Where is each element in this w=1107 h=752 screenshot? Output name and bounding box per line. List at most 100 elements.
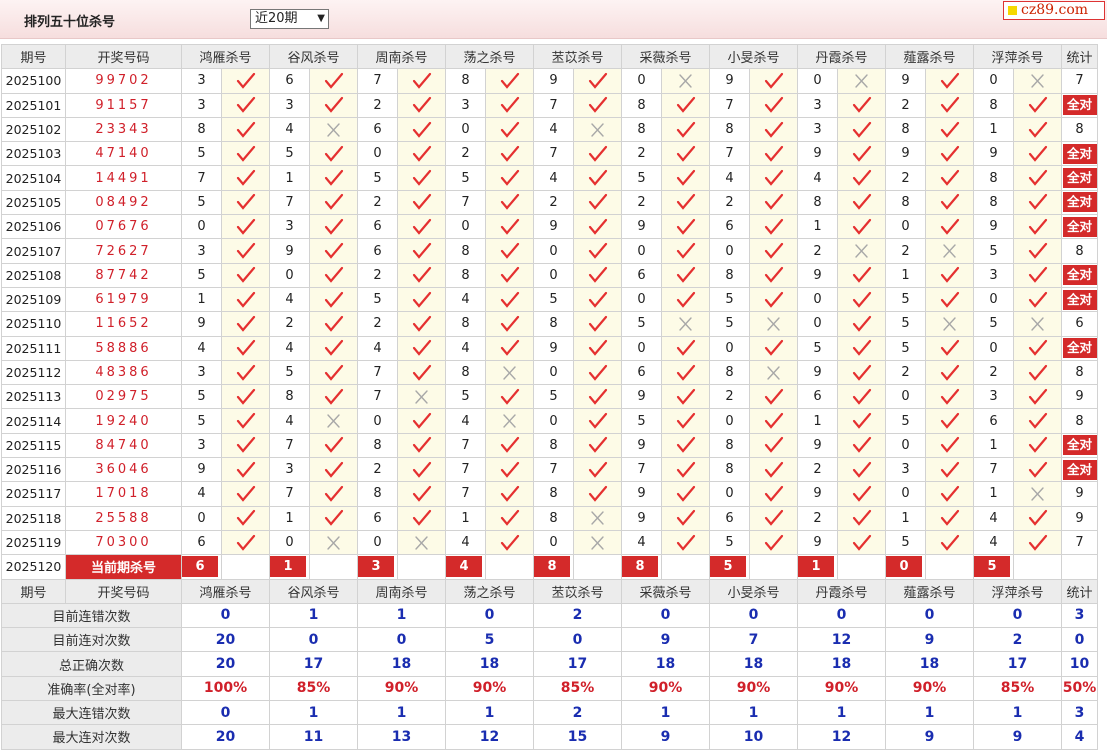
stats-value: 85% — [269, 675, 358, 702]
result-mark-cell — [749, 116, 798, 143]
kill-number-cell: 2 — [357, 311, 398, 337]
kill-number-cell: 7 — [445, 189, 486, 216]
cross-icon — [1030, 317, 1044, 331]
kill-number-cell: 2 — [973, 359, 1014, 386]
result-mark-cell — [661, 335, 710, 361]
kill-number-cell: 6 — [357, 238, 398, 264]
kill-number-cell: 1 — [269, 505, 310, 531]
result-mark-cell — [1013, 505, 1062, 531]
kill-number-cell: 0 — [357, 529, 398, 556]
kill-number-cell: 3 — [269, 457, 310, 483]
table-row: 2025109 61979 1 4 5 4 5 0 5 0 5 0 全对 — [1, 286, 1098, 313]
kill-number-cell: 2 — [885, 359, 926, 386]
stats-count: 3 — [1061, 602, 1098, 629]
kill-number-cell: 3 — [269, 214, 310, 240]
check-icon — [676, 242, 695, 259]
count-cell: 9 — [1061, 384, 1098, 410]
kill-number-cell: 5 — [269, 141, 310, 167]
result-mark-cell — [1013, 359, 1062, 386]
kill-number-cell: 7 — [445, 432, 486, 459]
result-mark-cell — [397, 408, 446, 434]
result-mark-cell — [837, 214, 886, 240]
kill-number-cell: 1 — [885, 262, 926, 288]
result-mark-cell — [221, 457, 270, 483]
kill-number-cell: 2 — [621, 141, 662, 167]
count-cell: 全对 — [1061, 335, 1098, 361]
result-mark-cell — [749, 359, 798, 386]
result-mark-cell — [1013, 384, 1062, 410]
check-icon — [324, 461, 343, 478]
result-mark-cell — [837, 384, 886, 410]
table-row: 2025107 72627 3 9 6 8 0 0 0 2 2 5 8 — [1, 238, 1098, 264]
kill-number-cell: 4 — [797, 165, 838, 191]
stats-count: 50% — [1061, 675, 1098, 702]
current-kill-cell: 0 — [885, 554, 926, 580]
check-icon — [412, 485, 431, 502]
current-empty-cell — [925, 554, 974, 580]
kill-number-cell: 7 — [973, 457, 1014, 483]
table-row: 2025116 36046 9 3 2 7 7 7 8 2 3 7 全对 — [1, 457, 1098, 483]
result-mark-cell — [485, 311, 534, 337]
period-cell: 2025108 — [1, 262, 66, 288]
draw-number-cell: 87742 — [65, 262, 182, 288]
kill-number-cell: 5 — [181, 408, 222, 434]
current-empty-cell — [309, 554, 358, 580]
header-row: 期号 开奖号码 鸿雁杀号 谷风杀号 周南杀号 荡之杀号 苤苡杀号 采薇杀号 小旻杀号 丹霞杀号 薤露… — [1, 578, 1098, 604]
stats-value: 0 — [269, 627, 358, 653]
result-mark-cell — [397, 335, 446, 361]
result-mark-cell — [309, 481, 358, 507]
check-icon — [588, 461, 607, 478]
stats-value: 12 — [445, 724, 534, 750]
check-icon — [236, 388, 255, 405]
kill-number-cell: 2 — [357, 92, 398, 118]
result-mark-cell — [397, 384, 446, 410]
check-icon — [1028, 364, 1047, 381]
kill-number-cell: 7 — [269, 481, 310, 507]
cross-icon — [502, 365, 516, 380]
kill-number-cell: 4 — [445, 335, 486, 361]
cross-icon — [326, 122, 340, 137]
stats-value: 17 — [973, 651, 1062, 677]
kill-number-cell: 0 — [797, 68, 838, 94]
current-kill-cell: 5 — [709, 554, 750, 580]
current-count-cell — [1061, 554, 1098, 580]
check-icon — [940, 340, 959, 356]
cross-icon — [326, 414, 340, 428]
check-icon — [500, 388, 519, 405]
result-mark-cell — [749, 141, 798, 167]
check-icon — [764, 412, 783, 429]
kill-number-cell: 5 — [445, 384, 486, 410]
stats-row: 目前连错次数 0 1 1 0 2 0 0 0 0 0 3 — [1, 602, 1098, 629]
result-mark-cell — [573, 359, 622, 386]
table-row: 2025113 02975 5 8 7 5 5 9 2 6 0 3 9 — [1, 384, 1098, 410]
kill-number-cell: 0 — [709, 408, 750, 434]
cross-icon — [854, 74, 868, 88]
result-mark-cell — [309, 311, 358, 337]
stats-count: 10 — [1061, 651, 1098, 677]
check-icon — [588, 267, 607, 284]
check-icon — [764, 510, 783, 526]
period-select[interactable]: 近20期 ▼ — [250, 9, 329, 29]
kill-number-cell: 9 — [797, 481, 838, 507]
kill-number-cell: 4 — [533, 116, 574, 143]
all-correct-badge: 全对 — [1062, 435, 1097, 456]
check-icon — [412, 437, 431, 454]
result-mark-cell — [397, 116, 446, 143]
check-icon — [236, 218, 255, 235]
check-icon — [500, 218, 519, 235]
period-cell: 2025110 — [1, 311, 66, 337]
stats-value: 18 — [445, 651, 534, 677]
result-mark-cell — [485, 141, 534, 167]
kill-number-cell: 6 — [357, 116, 398, 143]
kill-number-cell: 8 — [181, 116, 222, 143]
result-mark-cell — [221, 286, 270, 313]
kill-number-cell: 1 — [797, 408, 838, 434]
site-logo[interactable]: cz89.com — [1003, 1, 1105, 20]
all-correct-badge: 全对 — [1062, 95, 1097, 116]
stats-row: 最大连错次数 0 1 1 1 2 1 1 1 1 1 3 — [1, 700, 1098, 726]
period-cell: 2025113 — [1, 384, 66, 410]
result-mark-cell — [573, 481, 622, 507]
result-mark-cell — [397, 432, 446, 459]
stats-label: 最大连对次数 — [1, 724, 182, 750]
check-icon — [236, 510, 255, 526]
